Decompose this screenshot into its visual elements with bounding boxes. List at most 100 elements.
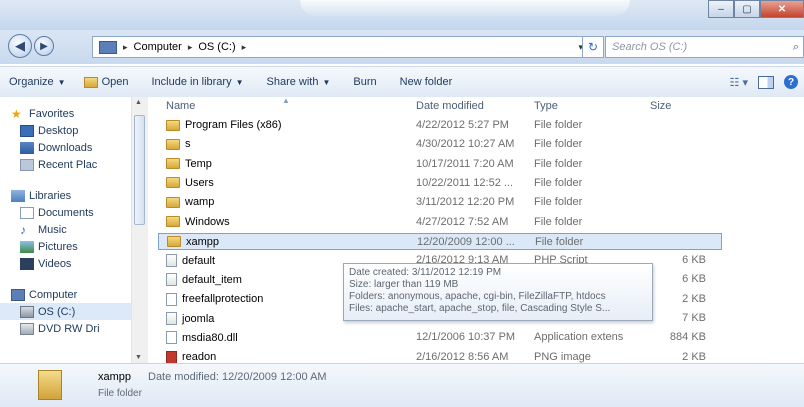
scroll-up-icon[interactable]: ▲ — [135, 99, 142, 106]
search-icon[interactable]: ⌕ — [793, 41, 799, 54]
navigation-pane: ★ Favorites Desktop Downloads Recent Plac… — [0, 97, 148, 363]
png-file-icon — [166, 350, 177, 363]
breadcrumb-separator-icon: ▸ — [123, 41, 128, 52]
nav-computer[interactable]: Computer — [0, 286, 147, 303]
documents-icon — [20, 206, 34, 219]
file-type-cell: Application extens... — [534, 331, 624, 344]
nav-label: Recent Plac — [38, 158, 98, 171]
details-date-modified: Date modified: 12/20/2009 12:00 AM — [148, 371, 327, 383]
music-icon: ♪ — [20, 222, 26, 237]
file-type-cell: File folder — [534, 215, 583, 228]
computer-icon — [11, 288, 25, 301]
file-name-cell: Program Files (x86) — [166, 119, 406, 131]
nav-libraries[interactable]: Libraries — [0, 187, 147, 204]
file-row[interactable]: readon 2/16/2012 8:56 AM PNG image 2 KB — [158, 349, 722, 363]
breadcrumb-separator-icon: ▸ — [187, 41, 193, 52]
toolbar-right: ☷ ▾ ? — [730, 75, 804, 89]
navigation-scrollbar[interactable]: ▲ ▼ — [131, 97, 148, 363]
nav-videos[interactable]: Videos — [0, 255, 147, 272]
star-icon: ★ — [11, 106, 22, 121]
file-type-cell: File folder — [534, 138, 583, 151]
file-date-cell: 12/1/2006 10:37 PM — [416, 331, 516, 344]
maximize-button[interactable]: ▢ — [734, 0, 760, 18]
file-row[interactable]: xampp 12/20/2009 12:00 ... File folder — [158, 232, 722, 250]
nav-label: Music — [38, 223, 67, 236]
open-button[interactable]: Open — [75, 76, 138, 88]
file-type-cell: File folder — [534, 196, 583, 209]
nav-os-c[interactable]: OS (C:) — [0, 303, 147, 320]
open-label: Open — [101, 76, 129, 88]
file-date-cell: 2/16/2012 8:56 AM — [416, 350, 509, 363]
file-name-cell: Windows — [166, 216, 406, 228]
file-row[interactable]: Windows 4/27/2012 7:52 AM File folder — [158, 214, 722, 231]
file-date-cell: 4/22/2012 5:27 PM — [416, 119, 509, 131]
search-placeholder: Search OS (C:) — [612, 41, 688, 53]
organize-button[interactable]: Organize ▼ — [0, 76, 75, 88]
nav-label: Downloads — [38, 141, 93, 154]
column-header-name[interactable]: Name — [166, 100, 195, 112]
nav-pictures[interactable]: Pictures — [0, 238, 147, 255]
include-in-library-button[interactable]: Include in library ▼ — [137, 76, 252, 88]
details-item-name: xampp — [98, 371, 132, 383]
file-row[interactable]: Temp 10/17/2011 7:20 AM File folder — [158, 156, 722, 173]
file-name: xampp — [186, 235, 220, 248]
preview-pane-icon[interactable] — [758, 75, 774, 89]
search-input[interactable]: Search OS (C:) ⌕ — [605, 36, 804, 58]
column-header-date-modified[interactable]: Date modified — [416, 100, 484, 112]
minimize-button[interactable]: ‒ — [708, 0, 734, 18]
tooltip-date-created: Date created: 3/11/2012 12:19 PM — [349, 267, 502, 278]
file-name: default — [182, 254, 216, 267]
caret-down-icon: ▼ — [322, 77, 331, 87]
view-options-icon[interactable]: ☷ ▾ — [730, 76, 748, 89]
window-controls: ‒ ▢ ✕ — [708, 0, 804, 18]
new-folder-button[interactable]: New folder — [386, 76, 462, 88]
file-row[interactable]: Program Files (x86) 4/22/2012 5:27 PM File… — [158, 117, 722, 134]
nav-desktop[interactable]: Desktop — [0, 122, 147, 139]
share-with-button[interactable]: Share with ▼ — [253, 76, 340, 88]
caret-down-icon: ▼ — [235, 77, 244, 87]
breadcrumb-os-c[interactable]: OS (C:) — [198, 41, 235, 53]
forward-button[interactable]: ▶ — [34, 36, 54, 56]
drive-icon — [20, 305, 34, 318]
column-header-size[interactable]: Size — [650, 100, 671, 112]
php-file-icon — [166, 273, 177, 287]
file-name: freefallprotection — [182, 293, 264, 306]
nav-favorites[interactable]: ★ Favorites — [0, 105, 147, 122]
nav-recent-places[interactable]: Recent Plac — [0, 156, 147, 173]
file-row[interactable]: Users 10/22/2011 12:52 ... File folder — [158, 175, 722, 192]
back-button[interactable]: ◀ — [8, 34, 32, 58]
burn-button[interactable]: Burn — [339, 76, 385, 88]
close-button[interactable]: ✕ — [760, 0, 804, 18]
file-date-cell: 4/27/2012 7:52 AM — [416, 215, 509, 228]
address-bar[interactable]: ▸ Computer ▸ OS (C:) ▸ ▾ — [92, 36, 590, 58]
refresh-button[interactable]: ↻ — [582, 36, 604, 58]
file-type-cell: File folder — [534, 157, 583, 170]
file-row[interactable]: wamp 3/11/2012 12:20 PM File folder — [158, 194, 722, 211]
help-icon[interactable]: ? — [784, 75, 798, 89]
scroll-down-icon[interactable]: ▼ — [135, 354, 142, 361]
file-name: Program Files (x86) — [185, 119, 282, 131]
file-date-cell: 10/22/2011 12:52 ... — [416, 176, 514, 189]
file-name-cell: Temp — [166, 158, 406, 170]
nav-documents[interactable]: Documents — [0, 204, 147, 221]
nav-dvd-drive[interactable]: DVD RW Dri — [0, 320, 147, 337]
file-date-cell: 12/20/2009 12:00 ... — [417, 235, 515, 248]
php-file-icon — [166, 254, 177, 268]
php-file-icon — [166, 312, 177, 325]
scrollbar-thumb[interactable] — [134, 115, 145, 225]
include-label: Include in library — [151, 76, 232, 88]
nav-label: Pictures — [38, 240, 78, 253]
burn-label: Burn — [353, 76, 377, 88]
folder-info-tooltip: Date created: 3/11/2012 12:19 PM Size: l… — [343, 263, 653, 321]
nav-label: Favorites — [29, 107, 75, 120]
file-row[interactable]: s 4/30/2012 10:27 AM File folder — [158, 136, 722, 153]
column-header-type[interactable]: Type — [534, 100, 558, 112]
file-size-cell: 2 KB — [682, 350, 706, 363]
breadcrumb-computer[interactable]: Computer — [134, 41, 182, 53]
nav-music[interactable]: ♪ Music — [0, 221, 147, 238]
nav-downloads[interactable]: Downloads — [0, 139, 147, 156]
address-row: ◀ ▶ ▸ Computer ▸ OS (C:) ▸ ▾ ↻ Search OS… — [0, 30, 804, 64]
title-bar: ‒ ▢ ✕ — [0, 0, 804, 30]
file-name-cell: xampp — [167, 236, 407, 248]
file-row[interactable]: msdia80.dll 12/1/2006 10:37 PM Application… — [158, 329, 722, 346]
